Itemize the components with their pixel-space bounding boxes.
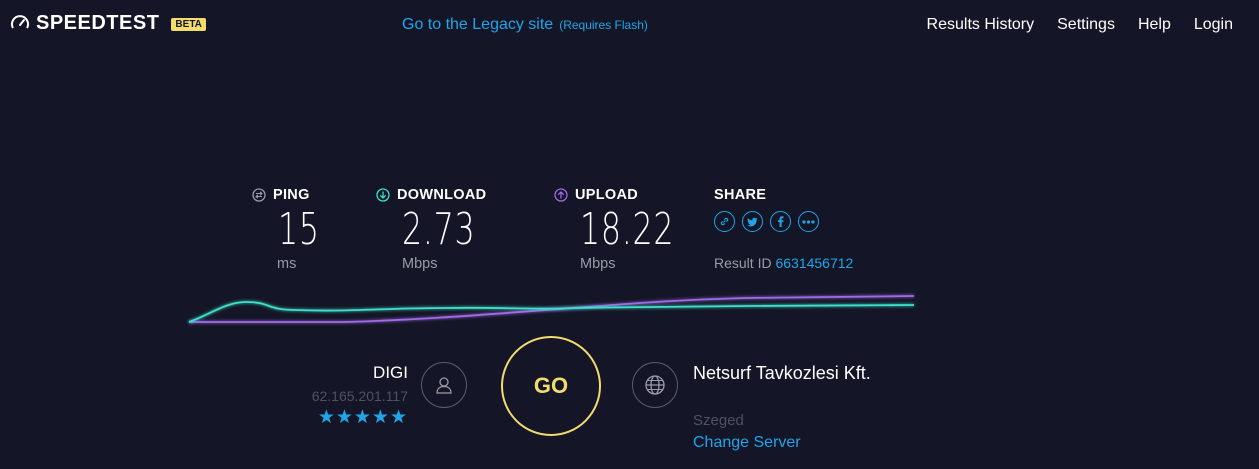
- upload-value: 18.22: [580, 204, 675, 255]
- link-icon[interactable]: [714, 211, 735, 232]
- change-server-link[interactable]: Change Server: [693, 434, 801, 452]
- share-header: SHARE: [714, 187, 766, 203]
- logo-text: SPEEDTEST: [36, 12, 160, 34]
- globe-icon: [632, 362, 678, 408]
- go-button[interactable]: GO: [501, 336, 601, 436]
- nav-login[interactable]: Login: [1194, 16, 1233, 34]
- ping-unit: ms: [277, 256, 297, 272]
- download-label: DOWNLOAD: [397, 187, 487, 203]
- nav-help[interactable]: Help: [1138, 16, 1171, 34]
- speedtest-logo[interactable]: SPEEDTEST BETA: [10, 12, 206, 35]
- upload-header: UPLOAD: [554, 187, 638, 203]
- facebook-icon[interactable]: [770, 211, 791, 232]
- isp-name: DIGI: [373, 363, 408, 382]
- download-header: DOWNLOAD: [376, 187, 486, 203]
- more-icon[interactable]: [798, 211, 819, 232]
- download-arrow-icon: [376, 188, 390, 202]
- isp-rating-stars[interactable]: ★★★★★: [318, 406, 408, 429]
- beta-badge: BETA: [171, 18, 206, 31]
- server-name: Netsurf Tavkozlesi Kft.: [693, 363, 871, 383]
- download-unit: Mbps: [402, 256, 438, 272]
- ping-header: PING: [252, 187, 310, 203]
- ping-label: PING: [273, 187, 310, 203]
- legacy-site-link[interactable]: Go to the Legacy site (Requires Flash): [402, 16, 648, 34]
- server-location: Szeged: [693, 412, 744, 429]
- share-icons: [714, 211, 819, 232]
- nav-settings[interactable]: Settings: [1057, 16, 1115, 34]
- download-line: [188, 301, 915, 323]
- upload-arrow-icon: [554, 188, 568, 202]
- speed-graph: [188, 295, 915, 323]
- nav-results-history[interactable]: Results History: [927, 16, 1035, 34]
- gauge-icon: [11, 14, 29, 28]
- ping-icon: [252, 188, 266, 202]
- isp-ip: 62.165.201.117: [311, 388, 408, 404]
- legacy-note: (Requires Flash): [559, 18, 648, 32]
- result-id-link[interactable]: 6631456712: [775, 255, 853, 271]
- download-value: 2.73: [402, 204, 476, 255]
- twitter-icon[interactable]: [742, 211, 763, 232]
- user-icon: [421, 362, 467, 408]
- top-nav: Results History Settings Help Login: [927, 16, 1233, 34]
- upload-unit: Mbps: [580, 256, 616, 272]
- result-id: Result ID 6631456712: [714, 255, 853, 271]
- result-id-label: Result ID: [714, 255, 772, 271]
- upload-label: UPLOAD: [575, 187, 639, 203]
- legacy-link-text[interactable]: Go to the Legacy site: [402, 16, 553, 34]
- share-label: SHARE: [714, 187, 767, 203]
- ping-value: 15: [278, 204, 320, 255]
